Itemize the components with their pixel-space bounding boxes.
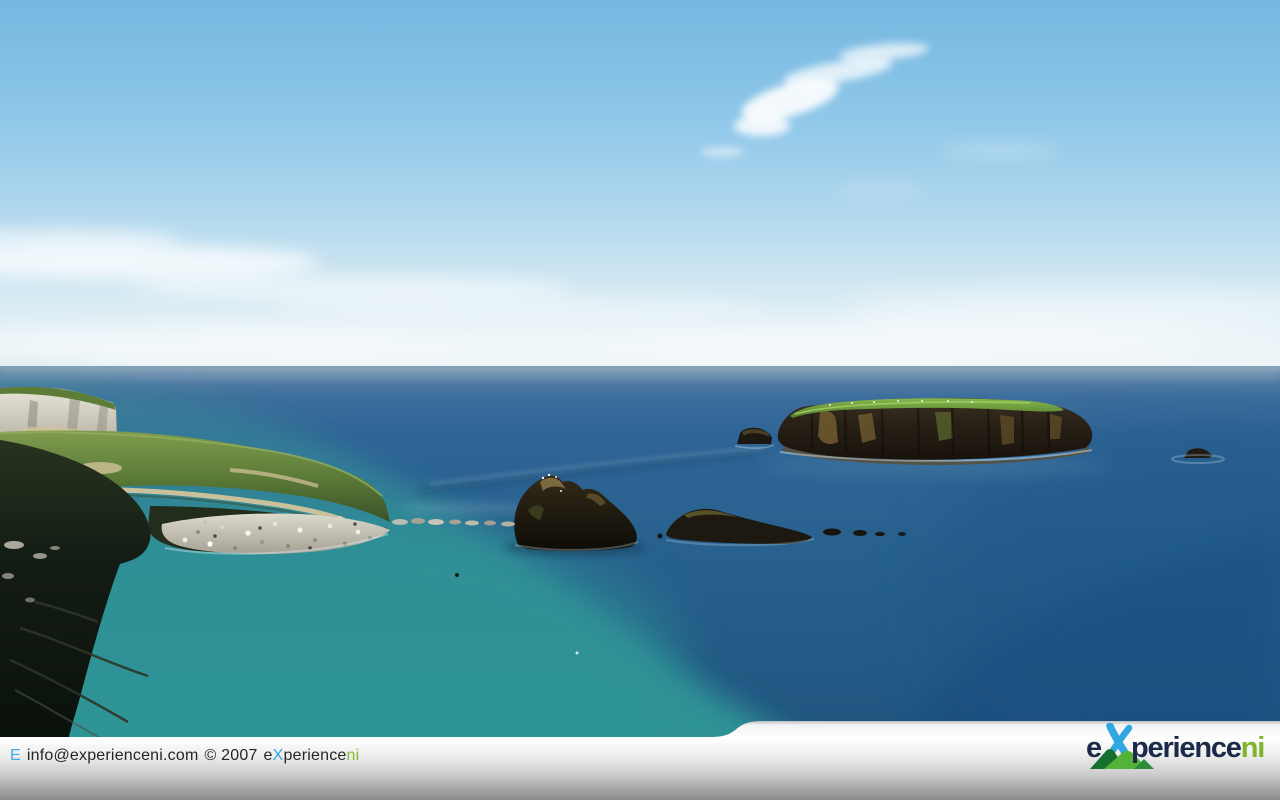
copyright-text: © 2007 [205,746,258,765]
coastal-photo [0,0,1280,800]
brand-wordmark-small: eXperienceni [264,746,360,765]
logo-text-e: e [1086,734,1101,763]
email-address[interactable]: info@experienceni.com [27,746,199,765]
footer-contact: Einfo@experienceni.com © 2007 eXperienceni [10,746,359,765]
experienceni-logo: e perienceni [1084,720,1280,780]
horizon-line [0,366,1280,368]
logo-text-ni: ni [1241,732,1264,764]
wallpaper-stage: Einfo@experienceni.com © 2007 eXperienceni… [0,0,1280,800]
email-prefix-label: E [10,746,21,765]
logo-text-main: perienceni [1131,734,1264,763]
